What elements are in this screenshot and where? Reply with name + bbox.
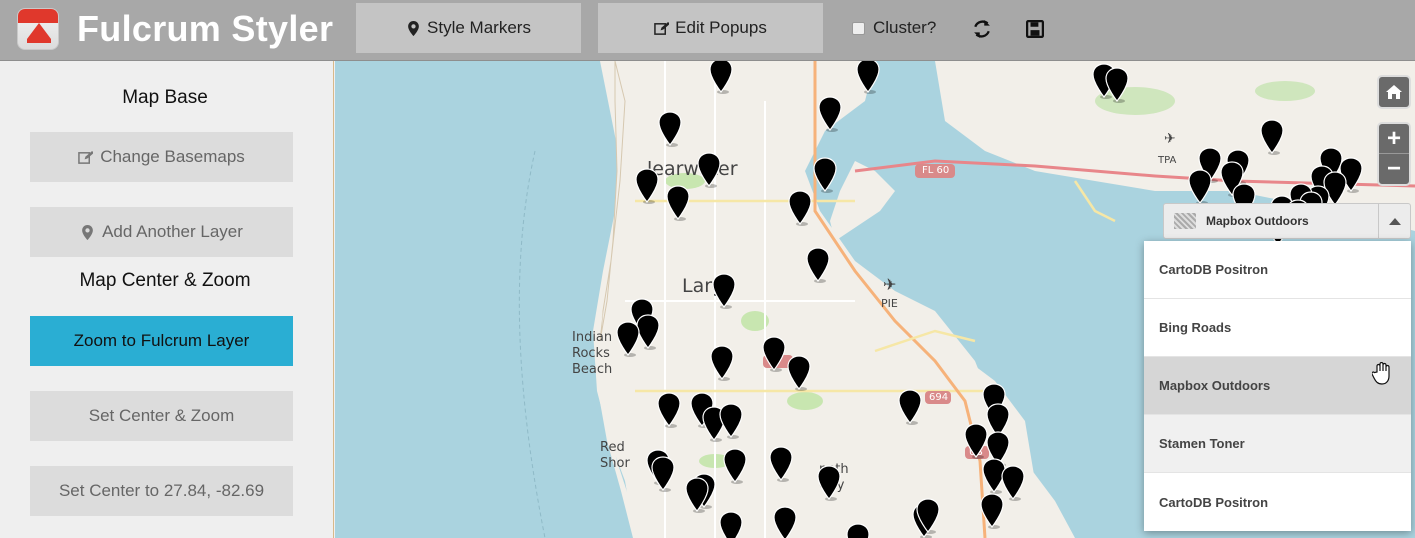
map-marker-icon[interactable] <box>650 456 676 492</box>
basemap-option[interactable]: Mapbox Outdoors <box>1144 357 1411 415</box>
set-center-zoom-label: Set Center & Zoom <box>88 406 235 425</box>
cluster-toggle[interactable]: Cluster? <box>852 18 936 38</box>
map-marker-icon[interactable] <box>845 523 871 538</box>
chevron-up-icon[interactable] <box>1378 204 1410 238</box>
map-marker-icon[interactable] <box>657 111 683 147</box>
map-marker-icon[interactable] <box>665 185 691 221</box>
style-markers-label: Style Markers <box>427 18 531 37</box>
set-center-to-label: Set Center to 27.84, -82.69 <box>58 481 265 500</box>
home-button[interactable] <box>1377 75 1411 109</box>
set-center-to-button[interactable]: Set Center to 27.84, -82.69 <box>30 466 293 516</box>
app-title: Fulcrum Styler <box>77 8 334 49</box>
redington-line-1: Red <box>600 440 625 455</box>
place-indian-rocks-label: Indian Rocks Beach <box>572 330 612 378</box>
map-marker-icon[interactable] <box>709 345 735 381</box>
add-layer-button[interactable]: Add Another Layer <box>30 207 293 257</box>
center-zoom-heading: Map Center & Zoom <box>79 270 251 291</box>
airport-icon: ✈ <box>1164 131 1176 147</box>
edit-icon <box>78 150 94 164</box>
zoom-to-layer-label: Zoom to Fulcrum Layer <box>73 331 250 350</box>
map-marker-icon[interactable] <box>817 96 843 132</box>
indian-rocks-line-2: Rocks <box>572 346 610 361</box>
map-marker-icon[interactable] <box>897 389 923 425</box>
map-marker-icon[interactable] <box>786 355 812 391</box>
route-694-label: 694 <box>929 392 949 403</box>
fulcrum-logo-icon <box>17 8 59 50</box>
basemap-option[interactable]: CartoDB Positron <box>1144 473 1411 531</box>
indian-rocks-line-1: Indian <box>572 330 613 345</box>
basemap-option[interactable]: CartoDB Positron <box>1144 241 1411 299</box>
map-marker-icon[interactable] <box>1104 67 1130 103</box>
zoom-in-button[interactable]: + <box>1379 124 1409 154</box>
basemap-selector[interactable]: Mapbox Outdoors <box>1163 203 1411 239</box>
map-marker-icon[interactable] <box>979 493 1005 529</box>
zoom-to-layer-button[interactable]: Zoom to Fulcrum Layer <box>30 316 293 366</box>
airport-tpa-label: TPA <box>1158 155 1177 166</box>
map-marker-icon <box>408 20 419 36</box>
map-marker-icon[interactable] <box>761 336 787 372</box>
hand-cursor-icon <box>1372 362 1390 385</box>
refresh-icon[interactable] <box>973 20 991 38</box>
cluster-checkbox[interactable] <box>852 21 865 35</box>
map-marker-icon[interactable] <box>708 61 734 94</box>
zoom-control: + − <box>1377 122 1411 186</box>
map-marker-icon[interactable] <box>915 498 941 534</box>
cluster-label: Cluster? <box>873 18 937 37</box>
map-marker-icon[interactable] <box>787 190 813 226</box>
basemap-option[interactable]: Bing Roads <box>1144 299 1411 357</box>
route-fl60-label: FL 60 <box>922 165 950 176</box>
sidebar: Map Base Change Basemaps Add Another Lay… <box>0 61 334 538</box>
airport-pie-label: PIE <box>881 297 898 310</box>
change-basemaps-label: Change Basemaps <box>100 147 245 166</box>
place-clearwater-label: learwater <box>647 158 738 180</box>
map-marker-icon <box>82 224 93 240</box>
basemap-thumbnail <box>1174 213 1196 229</box>
map-marker-icon[interactable] <box>772 506 798 538</box>
map-marker-icon[interactable] <box>855 61 881 94</box>
basemap-selected-label: Mapbox Outdoors <box>1206 214 1309 228</box>
zoom-out-button[interactable]: − <box>1379 154 1409 184</box>
style-markers-button[interactable]: Style Markers <box>356 3 581 53</box>
save-icon[interactable] <box>1026 20 1044 38</box>
indian-rocks-line-3: Beach <box>572 362 613 377</box>
map-marker-icon[interactable] <box>812 157 838 193</box>
map-marker-icon[interactable] <box>1187 169 1213 205</box>
map-marker-icon[interactable] <box>684 477 710 513</box>
top-bar: Fulcrum Styler Style Markers Edit Popups… <box>0 0 1415 61</box>
change-basemaps-button[interactable]: Change Basemaps <box>30 132 293 182</box>
basemap-option[interactable]: Stamen Toner <box>1144 415 1411 473</box>
map-marker-icon[interactable] <box>634 168 660 204</box>
edit-popups-label: Edit Popups <box>675 18 767 37</box>
redington-line-2: Shor <box>600 456 630 471</box>
edit-icon <box>654 21 670 35</box>
airport-icon: ✈ <box>883 275 897 294</box>
map-marker-icon[interactable] <box>615 321 641 357</box>
map-marker-icon[interactable] <box>722 448 748 484</box>
map-marker-icon[interactable] <box>1259 119 1285 155</box>
set-center-zoom-button[interactable]: Set Center & Zoom <box>30 391 293 441</box>
edit-popups-button[interactable]: Edit Popups <box>598 3 823 53</box>
basemap-dropdown: CartoDB Positron Bing Roads Mapbox Outdo… <box>1144 241 1411 531</box>
add-layer-label: Add Another Layer <box>102 222 243 241</box>
map-base-heading: Map Base <box>122 87 208 108</box>
map-marker-icon[interactable] <box>718 403 744 439</box>
map-marker-icon[interactable] <box>718 511 744 538</box>
map-marker-icon[interactable] <box>656 392 682 428</box>
map-marker-icon[interactable] <box>696 152 722 188</box>
map-marker-icon[interactable] <box>805 247 831 283</box>
map-marker-icon[interactable] <box>711 273 737 309</box>
map-marker-icon[interactable] <box>768 446 794 482</box>
place-redington-label: Red Shor <box>600 440 630 472</box>
map-marker-icon[interactable] <box>816 465 842 501</box>
home-icon[interactable] <box>1379 77 1409 107</box>
